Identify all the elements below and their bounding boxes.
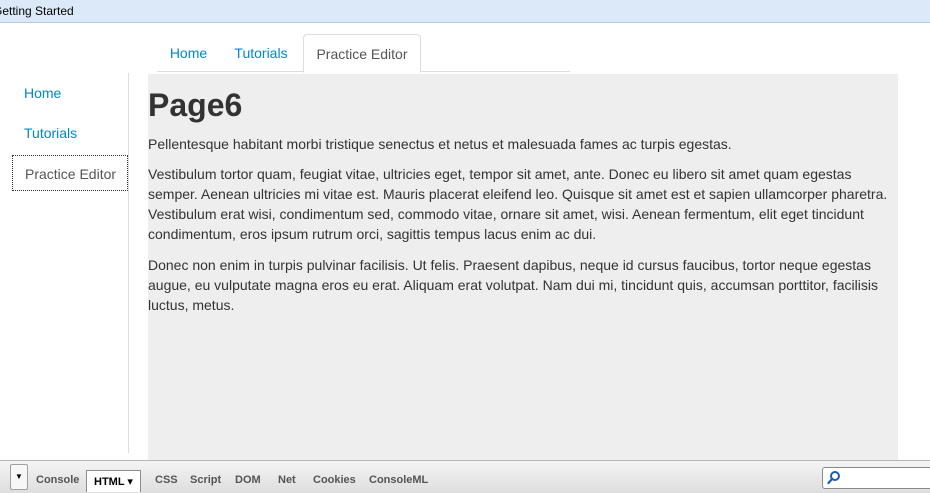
- content-paragraph: Vestibulum tortor quam, feugiat vitae, u…: [148, 166, 888, 242]
- tab-practice-editor[interactable]: Practice Editor: [303, 34, 421, 73]
- content-panel: Page6 Pellentesque habitant morbi tristi…: [148, 74, 898, 460]
- devtools-tab-css[interactable]: CSS: [155, 469, 178, 491]
- devtools-search-input[interactable]: [845, 470, 930, 486]
- page-title: Page6: [148, 87, 243, 123]
- devtools-tab-consoleml[interactable]: ConsoleML: [369, 469, 428, 491]
- devtools-tab-console[interactable]: Console: [36, 469, 79, 491]
- top-nav-tabs: Home Tutorials Practice Editor: [157, 34, 570, 73]
- side-nav-tutorials[interactable]: Tutorials: [12, 115, 128, 151]
- devtools-tab-dom[interactable]: DOM: [235, 469, 261, 491]
- window-title: Getting Started: [0, 4, 74, 18]
- triangle-down-icon[interactable]: ▼: [10, 464, 28, 490]
- content-paragraph: Pellentesque habitant morbi tristique se…: [148, 136, 732, 152]
- magnifier-icon: [827, 471, 840, 485]
- devtools-tab-script[interactable]: Script: [190, 469, 221, 491]
- side-nav-home[interactable]: Home: [12, 75, 128, 111]
- devtools-tab-cookies[interactable]: Cookies: [313, 469, 356, 491]
- devtools-search-box: [822, 467, 930, 489]
- browser-title-bar: Getting Started: [0, 0, 930, 23]
- devtools-tab-html[interactable]: HTML ▾: [86, 470, 141, 492]
- tab-home[interactable]: Home: [157, 34, 220, 72]
- side-nav: Home Tutorials Practice Editor: [12, 73, 129, 453]
- tab-tutorials[interactable]: Tutorials: [223, 34, 299, 72]
- devtools-tab-net[interactable]: Net: [278, 469, 296, 491]
- side-nav-practice-editor[interactable]: Practice Editor: [12, 155, 128, 191]
- devtools-toolbar: ▼ Console HTML ▾ CSS Script DOM Net Cook…: [0, 460, 930, 493]
- content-paragraph: Donec non enim in turpis pulvinar facili…: [148, 257, 878, 313]
